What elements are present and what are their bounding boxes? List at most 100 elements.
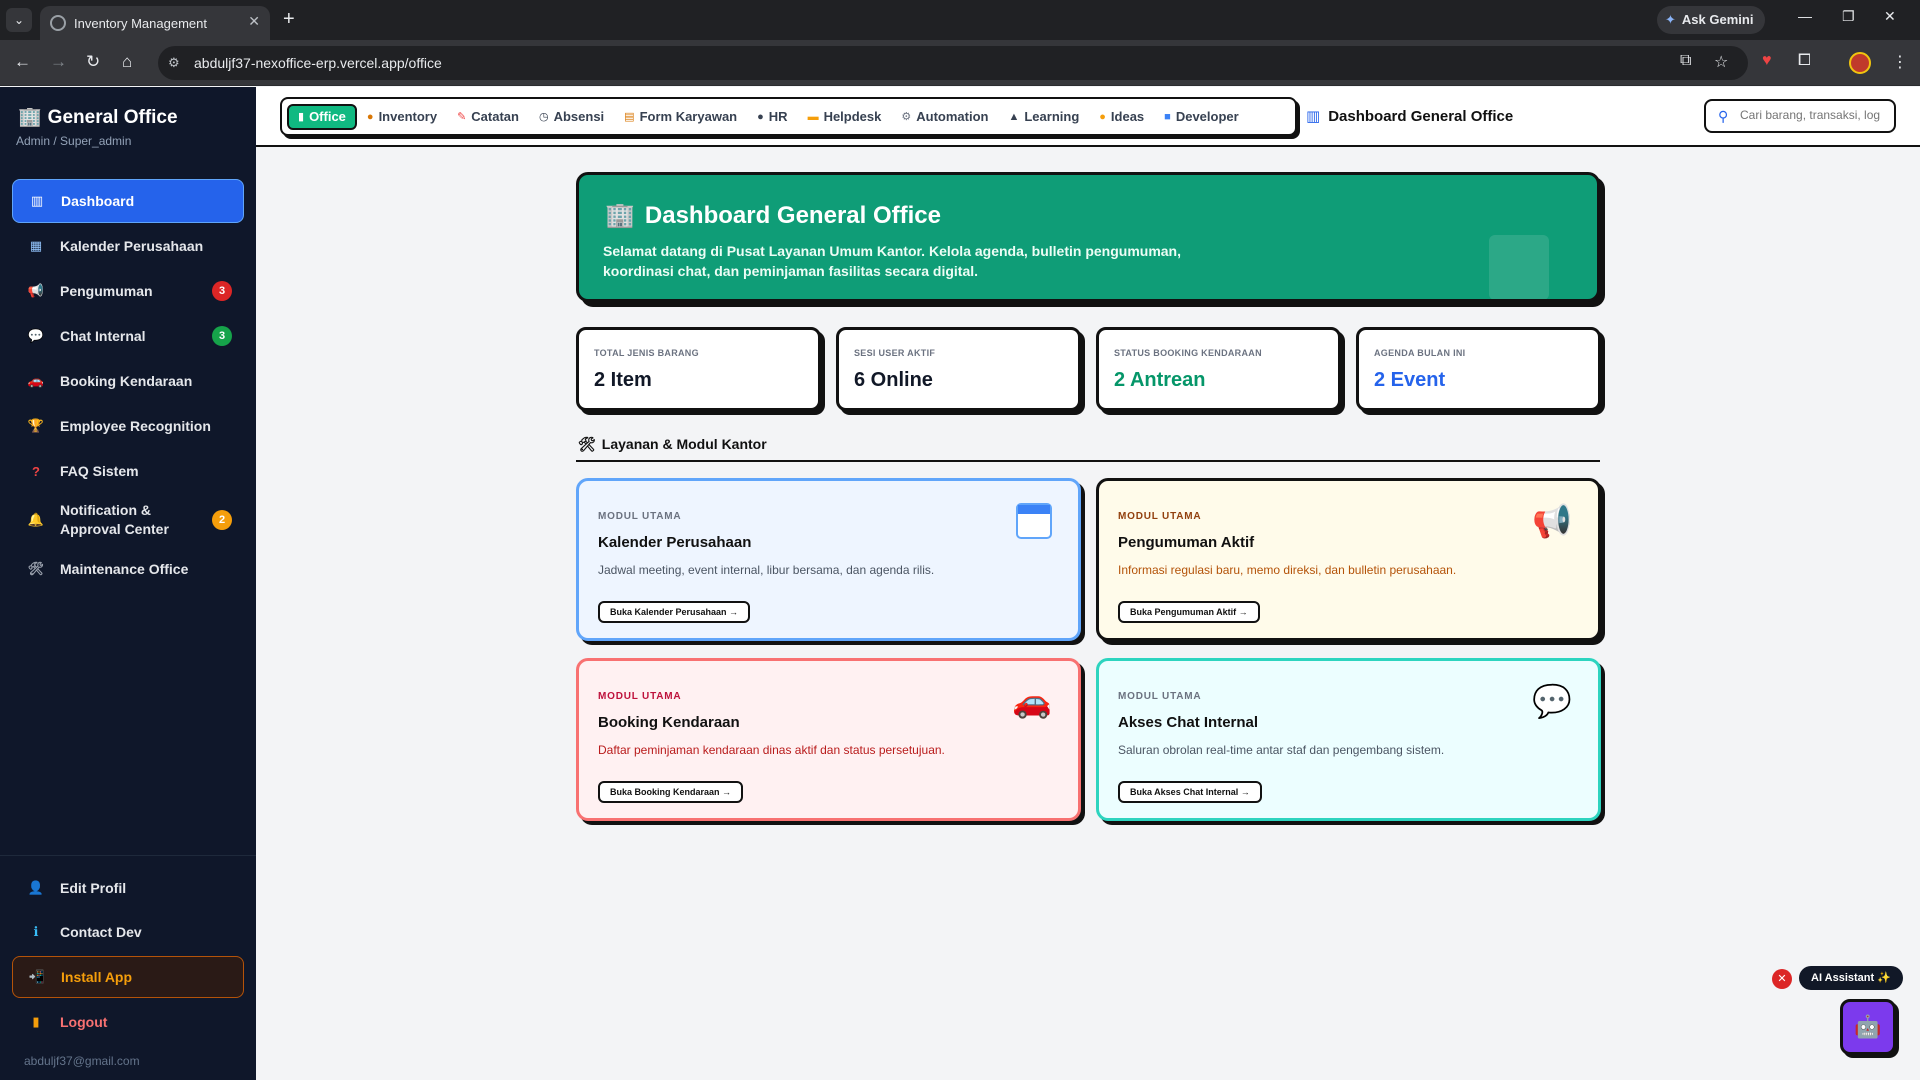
ask-gemini-button[interactable]: ✦ Ask Gemini (1657, 6, 1766, 34)
reload-icon[interactable]: ↻ (86, 52, 100, 72)
tab-label: Catatan (471, 109, 519, 124)
ai-close-icon[interactable]: ✕ (1772, 969, 1792, 989)
tab-developer[interactable]: ■ Developer (1154, 104, 1249, 130)
contact-dev-link[interactable]: ℹ Contact Dev (12, 911, 244, 953)
tab-form-karyawan[interactable]: ▤ Form Karyawan (614, 104, 747, 130)
tab-label: Developer (1175, 109, 1239, 124)
module-card-kalender[interactable]: MODUL UTAMA Kalender Perusahaan Jadwal m… (576, 478, 1081, 641)
extensions-icon[interactable]: ⧠ (1798, 52, 1811, 70)
tab-close-icon[interactable]: ✕ (248, 13, 260, 30)
sidebar-item-kalender[interactable]: ▦ Kalender Perusahaan (12, 224, 244, 268)
robot-icon[interactable]: 🤖 (1840, 999, 1896, 1055)
url-text: abduljf37-nexoffice-erp.vercel.app/offic… (194, 55, 442, 71)
restore-icon[interactable]: ❐ (1842, 8, 1855, 25)
tab-ideas[interactable]: ● Ideas (1089, 104, 1154, 130)
sidebar-item-label: Chat Internal (60, 328, 146, 344)
open-pengumuman-button[interactable]: Buka Pengumuman Aktif → (1118, 601, 1260, 623)
open-booking-button[interactable]: Buka Booking Kendaraan → (598, 781, 744, 803)
search-icon: ⚲ (1718, 108, 1729, 124)
sidebar-item-label: Kalender Perusahaan (60, 238, 204, 254)
sidebar-item-recognition[interactable]: 🏆 Employee Recognition (12, 404, 244, 448)
office-building-icon: 🏢 (605, 202, 635, 229)
office-icon: ▮ (298, 111, 305, 123)
module-card-booking[interactable]: MODUL UTAMA Booking Kendaraan Daftar pem… (576, 658, 1081, 821)
sparkle-icon: ✦ (1665, 12, 1676, 27)
bell-icon: 🔔 (27, 512, 45, 527)
brand-name: General Office (47, 107, 178, 128)
note-icon: ✎ (457, 111, 467, 123)
install-app-button[interactable]: 📲 Install App (12, 956, 244, 998)
tab-catatan[interactable]: ✎ Catatan (447, 104, 529, 130)
globe-icon (50, 15, 66, 31)
install-app-label: Install App (61, 969, 133, 985)
more-menu-icon[interactable]: ⋮ (1892, 52, 1908, 72)
sidebar-item-chat[interactable]: 💬 Chat Internal 3 (12, 314, 244, 358)
code-icon: ■ (1164, 110, 1171, 123)
form-icon: ▤ (624, 111, 635, 123)
minimize-icon[interactable]: — (1798, 8, 1812, 24)
stat-card-items: TOTAL JENIS BARANG 2 Item (576, 327, 821, 411)
sidebar-item-notification[interactable]: 🔔 Notification & Approval Center 2 (12, 494, 244, 546)
graduation-icon: ▲ (1008, 110, 1020, 123)
forward-icon[interactable]: → (50, 52, 67, 72)
browser-tab[interactable]: Inventory Management ✕ (40, 6, 270, 40)
sidebar-item-label: Booking Kendaraan (60, 373, 193, 389)
sidebar-item-label: Maintenance Office (60, 561, 189, 577)
stat-value: 2 Item (594, 369, 652, 391)
home-icon[interactable]: ⌂ (122, 52, 132, 72)
logout-button[interactable]: ▮ Logout (12, 1001, 244, 1043)
brand: 🏢 General Office (18, 105, 178, 129)
card-description: Daftar peminjaman kendaraan dinas aktif … (598, 743, 945, 757)
calendar-shape (1016, 503, 1052, 539)
open-kalender-button[interactable]: Buka Kalender Perusahaan → (598, 601, 751, 623)
sidebar-item-pengumuman[interactable]: 📢 Pengumuman 3 (12, 269, 244, 313)
card-kicker: MODUL UTAMA (598, 691, 682, 702)
sidebar-item-dashboard[interactable]: ▥ Dashboard (12, 179, 244, 223)
contact-dev-label: Contact Dev (60, 924, 142, 940)
tab-learning[interactable]: ▲ Learning (998, 104, 1089, 130)
module-card-pengumuman[interactable]: MODUL UTAMA Pengumuman Aktif Informasi r… (1096, 478, 1601, 641)
install-icon[interactable]: ⧉ (1680, 52, 1691, 70)
stat-label: SESI USER AKTIF (854, 348, 936, 358)
card-title: Pengumuman Aktif (1118, 534, 1255, 551)
notification-badge: 2 (212, 510, 232, 530)
stat-label: TOTAL JENIS BARANG (594, 348, 699, 358)
open-chat-button[interactable]: Buka Akses Chat Internal → (1118, 781, 1262, 803)
extension-shield-icon[interactable]: ♥ (1762, 52, 1772, 70)
info-icon: ℹ (33, 924, 39, 939)
close-window-icon[interactable]: ✕ (1884, 8, 1896, 25)
tab-inventory[interactable]: ● Inventory (357, 104, 447, 130)
back-icon[interactable]: ← (14, 52, 31, 72)
profile-avatar[interactable] (1849, 52, 1871, 74)
ai-assistant-label[interactable]: AI Assistant ✨ (1799, 966, 1903, 990)
global-search[interactable]: ⚲ (1704, 99, 1896, 133)
tab-label: Automation (916, 109, 989, 124)
sidebar-item-maintenance[interactable]: 🛠 Maintenance Office (12, 547, 244, 591)
tools-icon: 🛠 (27, 561, 45, 576)
tab-label: Inventory (378, 109, 438, 124)
stat-value: 2 Event (1374, 369, 1446, 391)
tab-absensi[interactable]: ◷ Absensi (529, 104, 614, 130)
url-field[interactable]: ⚙ abduljf37-nexoffice-erp.vercel.app/off… (158, 46, 1748, 80)
site-settings-icon[interactable]: ⚙ (168, 55, 180, 71)
ticket-icon: ▬ (807, 110, 819, 123)
tab-helpdesk[interactable]: ▬ Helpdesk (798, 104, 892, 130)
trophy-icon: 🏆 (27, 418, 45, 433)
bookmark-star-icon[interactable]: ☆ (1714, 52, 1728, 72)
stat-label: STATUS BOOKING KENDARAAN (1114, 348, 1262, 358)
new-tab-button[interactable]: + (283, 8, 295, 30)
tab-hr[interactable]: ● HR (747, 104, 797, 130)
tab-label: Office (309, 109, 346, 124)
card-description: Informasi regulasi baru, memo direksi, d… (1118, 563, 1457, 577)
card-kicker: MODUL UTAMA (1118, 511, 1202, 522)
module-card-chat[interactable]: MODUL UTAMA Akses Chat Internal Saluran … (1096, 658, 1601, 821)
tab-office[interactable]: ▮ Office (287, 103, 357, 130)
tab-automation[interactable]: ⚙ Automation (891, 104, 998, 130)
stat-value: 6 Online (854, 369, 933, 391)
sidebar-item-booking[interactable]: 🚗 Booking Kendaraan (12, 359, 244, 403)
sidebar-item-faq[interactable]: ? FAQ Sistem (12, 449, 244, 493)
edit-profile-link[interactable]: 👤 Edit Profil (12, 867, 244, 909)
tab-search-button[interactable]: ⌄ (6, 8, 32, 32)
card-description: Saluran obrolan real-time antar staf dan… (1118, 743, 1445, 757)
search-input[interactable] (1740, 108, 1888, 122)
